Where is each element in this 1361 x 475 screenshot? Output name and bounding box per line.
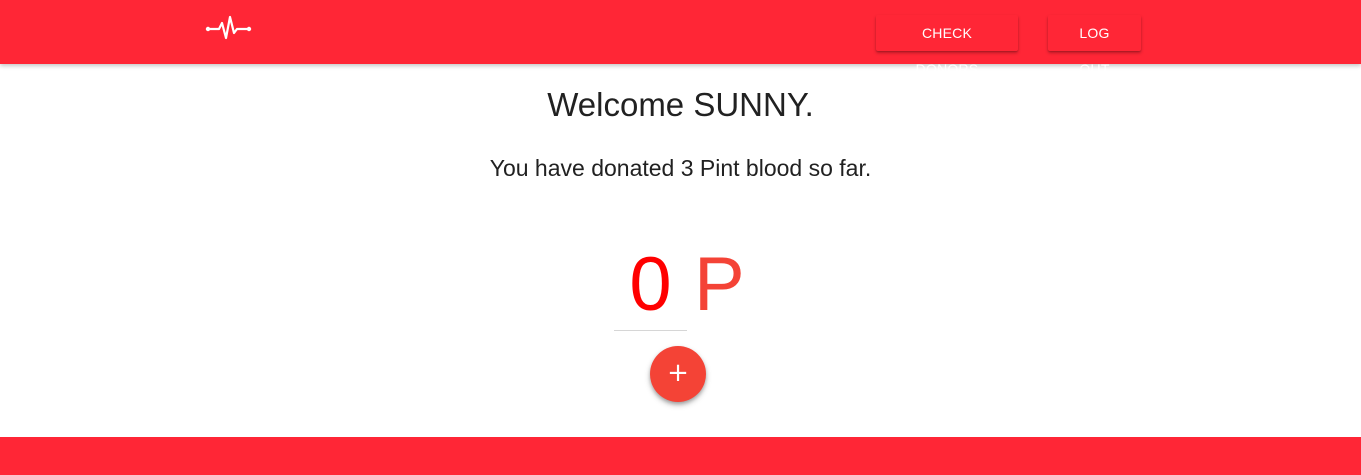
pint-entry: P xyxy=(614,238,754,338)
add-donation-button[interactable]: + xyxy=(650,346,706,402)
pint-amount-input[interactable] xyxy=(614,238,687,331)
donation-summary: You have donated 3 Pint blood so far. xyxy=(489,155,872,181)
welcome-heading: Welcome SUNNY. xyxy=(547,86,814,123)
pint-unit-label: P xyxy=(694,242,745,327)
heartbeat-icon[interactable] xyxy=(205,14,253,42)
check-donors-button[interactable]: CHECK DONORS xyxy=(876,15,1018,77)
footer xyxy=(0,437,1361,475)
plus-icon: + xyxy=(667,358,689,388)
logout-button[interactable]: LOG OUT xyxy=(1048,15,1141,77)
navbar: CHECK DONORS LOG OUT xyxy=(0,0,1361,77)
